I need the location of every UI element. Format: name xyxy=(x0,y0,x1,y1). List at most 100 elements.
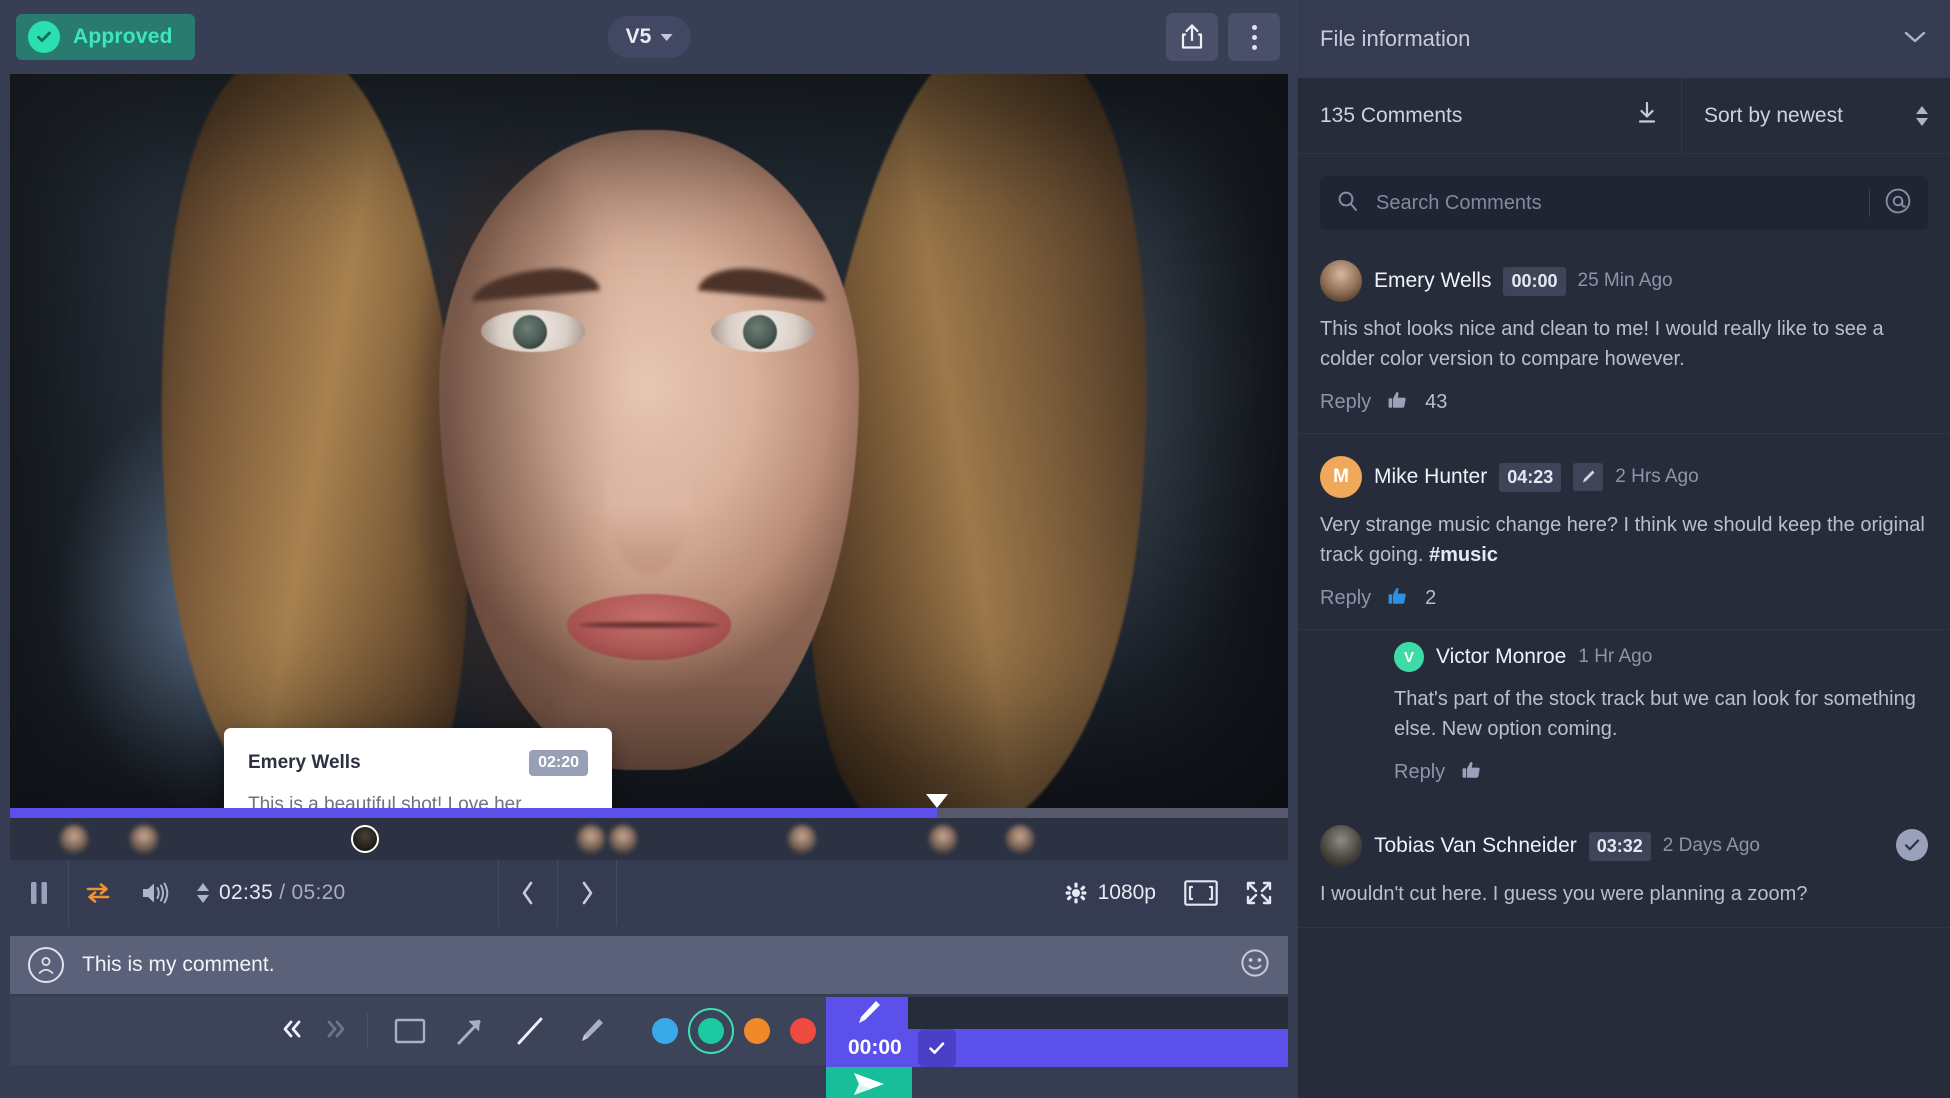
video-frame xyxy=(10,74,1288,808)
version-label: V5 xyxy=(625,25,652,48)
rectangle-tool[interactable] xyxy=(384,1005,436,1057)
chevron-right-icon xyxy=(582,881,592,905)
double-chevron-left-icon xyxy=(283,1020,301,1037)
send-comment-button[interactable] xyxy=(825,1067,912,1098)
comment-timecode[interactable]: 00:00 xyxy=(1503,266,1566,296)
approval-status-badge[interactable]: Approved xyxy=(16,14,195,60)
video-scrubber[interactable] xyxy=(10,794,1288,818)
timeline-marker[interactable] xyxy=(130,825,159,853)
download-comments-button[interactable] xyxy=(1635,100,1681,131)
comment-text: This shot looks nice and clean to me! I … xyxy=(1320,318,1884,370)
timeline-marker[interactable] xyxy=(1005,825,1034,853)
scrubber-progress xyxy=(10,808,937,818)
timeline-marker[interactable] xyxy=(788,825,817,853)
loop-icon xyxy=(86,883,110,903)
avatar[interactable]: V xyxy=(1394,642,1424,672)
share-icon xyxy=(1181,24,1203,49)
comment-timecode[interactable]: 03:32 xyxy=(1588,831,1651,861)
reply-button[interactable]: Reply xyxy=(1320,391,1371,414)
resolved-badge[interactable] xyxy=(1896,829,1928,861)
comment-annotation-brush-icon[interactable] xyxy=(1573,463,1604,491)
comment-timestamp: 25 Min Ago xyxy=(1577,270,1673,291)
comment-item[interactable]: M Mike Hunter 04:23 2 Hrs Ago Very strange m… xyxy=(1298,434,1950,630)
comments-count: 135 Comments xyxy=(1320,103,1463,127)
comment-composer[interactable]: This is my comment. xyxy=(10,936,1288,994)
timeline-marker[interactable] xyxy=(577,825,606,853)
loop-button[interactable] xyxy=(69,860,127,926)
line-tool[interactable] xyxy=(504,1005,556,1057)
color-swatch-orange[interactable] xyxy=(734,1008,780,1054)
drawing-tools xyxy=(368,1005,632,1057)
like-button[interactable] xyxy=(1387,390,1409,415)
color-swatch-green[interactable] xyxy=(687,1008,734,1054)
comment-item[interactable]: Emery Wells 00:00 25 Min Ago This shot look… xyxy=(1298,238,1950,434)
divider xyxy=(615,860,617,926)
emoji-button[interactable] xyxy=(1240,948,1270,983)
timestamp-toggle[interactable]: 00:00 xyxy=(825,1029,1288,1067)
annotation-next-button[interactable] xyxy=(321,1017,349,1046)
color-dot xyxy=(651,1018,678,1044)
reply-button[interactable]: Reply xyxy=(1320,587,1371,610)
like-button[interactable] xyxy=(1387,586,1409,611)
timeline-comment-markers[interactable] xyxy=(10,818,1288,860)
comment-author: Mike Hunter xyxy=(1374,465,1488,488)
avatar[interactable]: M xyxy=(1320,456,1362,498)
timeline-marker[interactable] xyxy=(928,825,957,853)
comment-hashtag[interactable]: #music xyxy=(1429,544,1498,566)
player-topbar: Approved V5 xyxy=(0,0,1298,74)
time-display: 02:35 / 05:20 xyxy=(219,881,346,905)
comment-input[interactable]: This is my comment. xyxy=(82,953,275,977)
sort-selector[interactable]: Sort by newest xyxy=(1682,104,1950,128)
at-mention-icon xyxy=(1885,188,1911,213)
version-selector[interactable]: V5 xyxy=(607,16,691,58)
comment-reply[interactable]: V Victor Monroe 1 Hr Ago That's part of the… xyxy=(1298,630,1950,803)
file-information-collapse-button[interactable] xyxy=(1902,29,1928,50)
timeline-marker[interactable] xyxy=(609,825,638,853)
annotation-nav xyxy=(279,1017,367,1046)
next-comment-button[interactable] xyxy=(558,860,616,926)
gear-icon xyxy=(1065,882,1086,904)
scrubber-playhead[interactable] xyxy=(925,794,948,808)
video-stage[interactable]: Emery Wells 02:20 This is a beautiful sh… xyxy=(10,74,1288,808)
timestamp-checkbox[interactable] xyxy=(917,1029,956,1067)
prev-comment-button[interactable] xyxy=(499,860,557,926)
sort-updown-icon xyxy=(1916,105,1928,126)
arrow-tool[interactable] xyxy=(444,1005,496,1057)
volume-button[interactable] xyxy=(127,860,185,926)
comments-list[interactable]: Emery Wells 00:00 25 Min Ago This shot look… xyxy=(1298,230,1950,1098)
player-right-controls: 1080p xyxy=(1049,879,1288,907)
search-section: Search Comments xyxy=(1298,154,1950,230)
reply-button[interactable]: Reply xyxy=(1394,761,1445,784)
fullscreen-button[interactable] xyxy=(1230,879,1288,907)
comment-author: Victor Monroe xyxy=(1436,645,1567,668)
timeline-marker-active[interactable] xyxy=(351,825,380,853)
brush-tool[interactable] xyxy=(564,1005,616,1057)
avatar[interactable] xyxy=(1320,260,1362,302)
timeline-marker[interactable] xyxy=(59,825,88,853)
user-avatar-icon xyxy=(28,947,64,983)
color-dot xyxy=(743,1018,770,1044)
comment-author: Tobias Van Schneider xyxy=(1374,834,1577,857)
avatar[interactable] xyxy=(1320,825,1362,867)
share-button[interactable] xyxy=(1166,13,1218,61)
quality-selector[interactable]: 1080p xyxy=(1049,881,1172,905)
search-comments-field[interactable]: Search Comments xyxy=(1320,176,1928,230)
file-information-header[interactable]: File information xyxy=(1298,0,1950,78)
player-controls: 02:35 / 05:20 1080p xyxy=(10,860,1288,926)
more-options-button[interactable] xyxy=(1228,13,1280,61)
fit-screen-button[interactable] xyxy=(1172,880,1230,906)
comment-item[interactable]: Tobias Van Schneider 03:32 2 Days Ago I wou… xyxy=(1298,803,1950,928)
comment-actions: Reply 2 xyxy=(1320,586,1928,611)
like-button[interactable] xyxy=(1461,760,1483,785)
video-comment-tooltip[interactable]: Emery Wells 02:20 This is a beautiful sh… xyxy=(224,728,612,808)
playback-speed-stepper[interactable] xyxy=(197,883,209,903)
double-chevron-right-icon xyxy=(327,1020,345,1037)
draw-mode-button[interactable] xyxy=(825,997,908,1029)
color-swatch-red[interactable] xyxy=(780,1008,826,1054)
color-swatch-blue[interactable] xyxy=(642,1008,688,1054)
mention-filter-button[interactable] xyxy=(1884,187,1912,220)
comment-timecode[interactable]: 04:23 xyxy=(1499,462,1562,492)
play-pause-button[interactable] xyxy=(10,860,68,926)
annotation-prev-button[interactable] xyxy=(279,1017,307,1046)
thumbs-up-icon xyxy=(1462,761,1480,778)
